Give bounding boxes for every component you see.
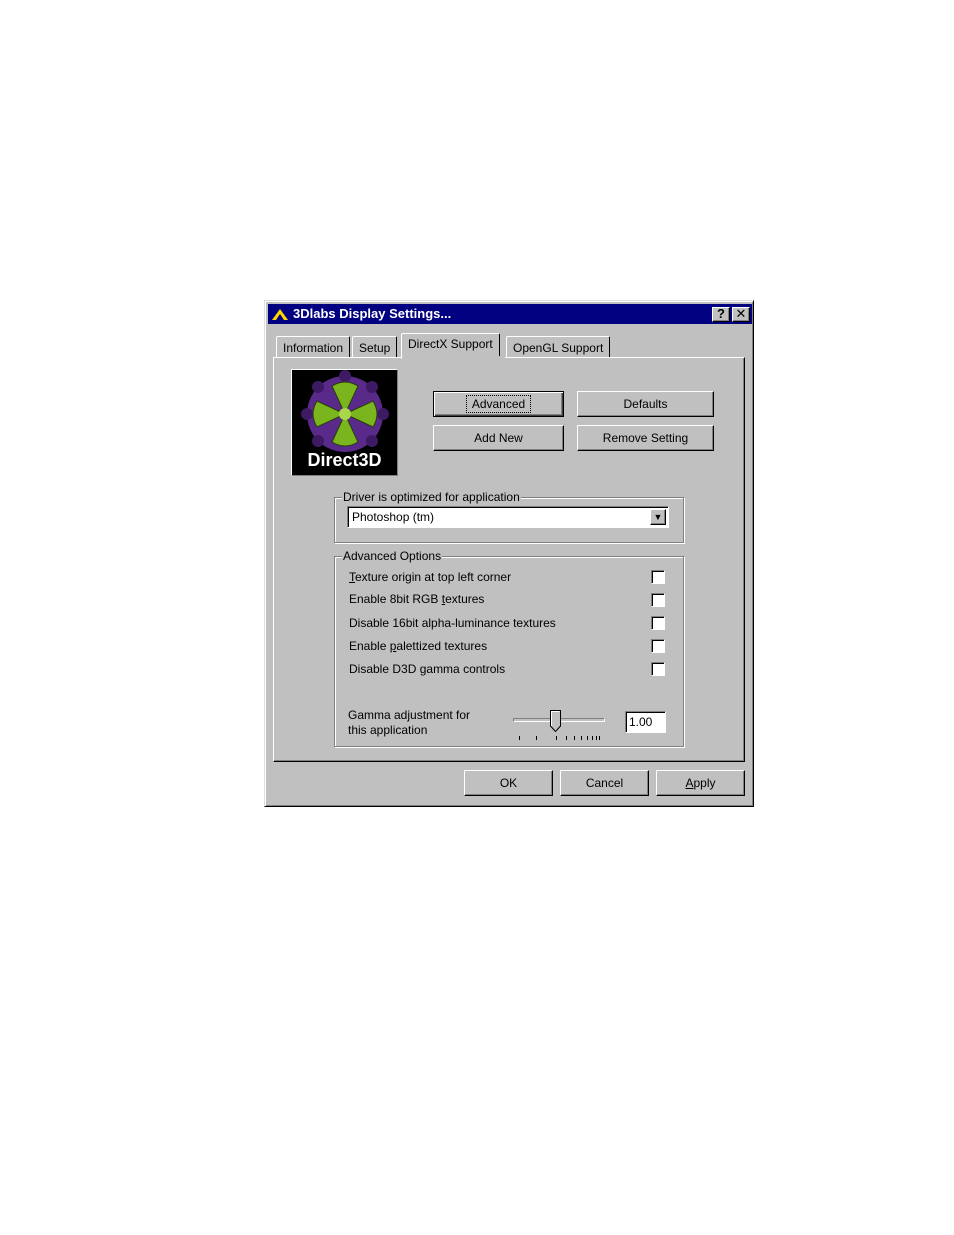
- tab-label: OpenGL Support: [513, 341, 604, 355]
- option-enable-8bit-rgb-label: Enable 8bit RGB textures: [349, 592, 484, 606]
- title-bar[interactable]: 3Dlabs Display Settings... ? ✕: [268, 304, 752, 324]
- texture-origin-checkbox[interactable]: [651, 570, 665, 584]
- slider-tick: [556, 736, 557, 740]
- tab-label: Information: [283, 341, 344, 355]
- disable-16bit-alpha-checkbox[interactable]: [651, 616, 665, 630]
- apply-text: pply: [693, 776, 716, 790]
- window-title: 3Dlabs Display Settings...: [293, 306, 452, 321]
- cancel-button[interactable]: Cancel: [560, 770, 649, 796]
- option-text: Enable 8bit RGB: [349, 592, 442, 606]
- option-text: Enable: [349, 639, 390, 653]
- enable-palettized-checkbox[interactable]: [651, 639, 665, 653]
- tab-label: Setup: [359, 341, 391, 355]
- advanced-options-label: Advanced Options: [342, 549, 443, 563]
- cancel-button-label: Cancel: [585, 776, 624, 790]
- option-text: Disable D3D: [349, 662, 420, 676]
- option-text: exture origin at top left corner: [355, 570, 512, 584]
- option-texture-origin-label: Texture origin at top left corner: [349, 570, 511, 584]
- remove-setting-button-label: Remove Setting: [602, 431, 689, 445]
- application-select[interactable]: Photoshop (tm) ▼: [347, 506, 669, 528]
- option-text: Disable 16bit alpha-luminance textures: [349, 616, 556, 630]
- driver-group-label: Driver is optimized for application: [342, 490, 521, 504]
- apply-button-label: Apply: [685, 776, 715, 790]
- close-icon: ✕: [735, 306, 747, 321]
- option-disable-gamma-label: Disable D3D gamma controls: [349, 662, 505, 676]
- tab-opengl-support[interactable]: OpenGL Support: [506, 336, 611, 358]
- defaults-button[interactable]: Defaults: [577, 391, 714, 417]
- active-tab-join: [402, 356, 505, 359]
- slider-tick: [536, 736, 537, 740]
- ok-button-label: OK: [499, 776, 518, 790]
- option-text: amma controls: [426, 662, 506, 676]
- tab-setup[interactable]: Setup: [352, 336, 398, 358]
- defaults-button-label: Defaults: [623, 397, 668, 411]
- slider-tick: [596, 736, 597, 740]
- enable-8bit-rgb-checkbox[interactable]: [651, 593, 665, 607]
- application-select-value: Photoshop (tm): [352, 510, 435, 524]
- apply-accel-key: A: [685, 776, 694, 790]
- advanced-button-label: Advanced: [465, 395, 532, 413]
- gamma-value: 1.00: [629, 715, 653, 729]
- slider-tick: [566, 736, 567, 740]
- gamma-value-field[interactable]: 1.00: [625, 711, 666, 733]
- add-new-button-label: Add New: [474, 431, 523, 445]
- option-disable-16bit-alpha-label: Disable 16bit alpha-luminance textures: [349, 616, 556, 630]
- option-text: alettized textures: [396, 639, 488, 653]
- option-text: extures: [445, 592, 485, 606]
- tab-label: DirectX Support: [408, 337, 493, 351]
- slider-tick: [574, 736, 575, 740]
- advanced-button[interactable]: Advanced: [433, 391, 564, 417]
- slider-tick: [592, 736, 593, 740]
- remove-setting-button[interactable]: Remove Setting: [577, 425, 714, 451]
- slider-tick: [587, 736, 588, 740]
- 3dlabs-logo-icon: [272, 309, 288, 320]
- add-new-button[interactable]: Add New: [433, 425, 564, 451]
- help-icon: ?: [717, 306, 725, 321]
- dropdown-button[interactable]: ▼: [650, 509, 666, 525]
- disable-gamma-checkbox[interactable]: [651, 662, 665, 676]
- logo-text: Direct3D: [307, 450, 382, 470]
- gamma-label: Gamma adjustment for this application: [348, 708, 470, 738]
- slider-tick: [519, 736, 520, 740]
- chevron-down-icon: ▼: [653, 512, 663, 522]
- gamma-slider-thumb[interactable]: [550, 710, 561, 732]
- slider-tick: [599, 736, 600, 740]
- tab-information[interactable]: Information: [276, 336, 351, 358]
- option-enable-palettized-label: Enable palettized textures: [349, 639, 487, 653]
- close-button[interactable]: ✕: [732, 307, 750, 322]
- apply-button[interactable]: Apply: [656, 770, 745, 796]
- gamma-label-line2: this application: [348, 723, 428, 737]
- slider-tick: [581, 736, 582, 740]
- help-button[interactable]: ?: [712, 307, 730, 322]
- direct3d-logo: Direct3D: [291, 369, 398, 476]
- ok-button[interactable]: OK: [464, 770, 553, 796]
- gamma-label-line1: Gamma adjustment for: [348, 708, 471, 722]
